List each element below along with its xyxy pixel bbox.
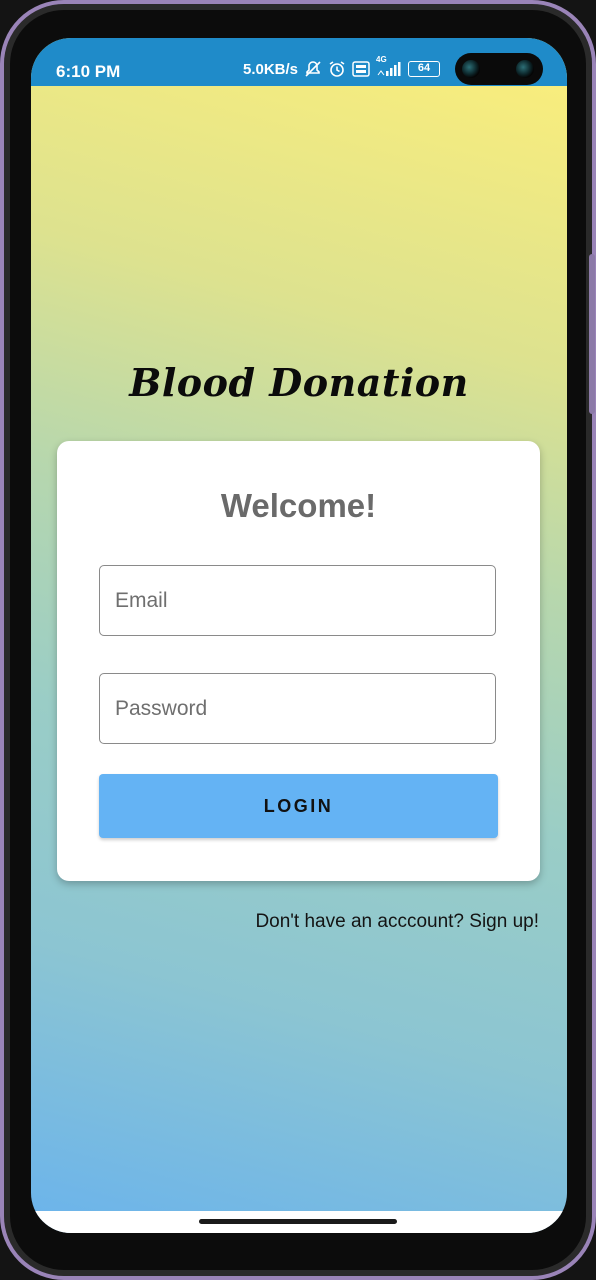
alarm-icon [328,60,346,78]
camera-lens-icon [462,60,480,78]
app-title: Blood Donation [129,360,469,405]
status-time: 6:10 PM [56,62,121,81]
phone-frame: 6:10 PM 5.0KB/s 4G 64 Blood Donation Wel… [0,0,596,1280]
signal-icon: 4G [376,55,402,77]
battery-icon: 64 [408,61,441,77]
camera-lens-icon [516,60,534,78]
navigation-bar [31,1211,567,1233]
app-screen: 6:10 PM 5.0KB/s 4G 64 Blood Donation Wel… [31,38,567,1233]
home-indicator[interactable] [199,1219,397,1224]
login-card: Welcome! LOGIN [57,441,540,881]
mute-icon [304,60,322,78]
status-icons: 5.0KB/s 4G 64 [243,55,441,78]
battery-level: 64 [417,62,431,74]
login-button[interactable]: LOGIN [99,774,498,838]
network-type: 4G [376,55,387,64]
password-field[interactable] [99,673,496,744]
status-bar: 6:10 PM 5.0KB/s 4G 64 [31,38,567,86]
network-speed: 5.0KB/s [243,60,299,78]
volte-icon [352,61,370,77]
camera-cutout [455,53,543,85]
signup-link[interactable]: Don't have an acccount? Sign up! [255,911,539,933]
welcome-heading: Welcome! [220,487,377,524]
email-field[interactable] [99,565,496,636]
side-button [589,254,595,414]
